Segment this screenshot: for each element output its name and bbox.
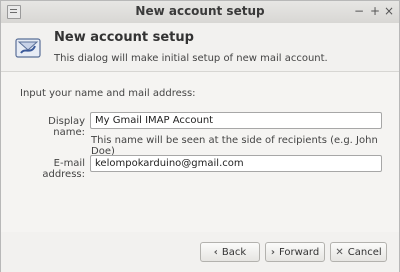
- back-button-label: Back: [221, 246, 247, 258]
- mail-account-icon: [15, 38, 41, 58]
- display-name-input[interactable]: [90, 112, 382, 129]
- cancel-button[interactable]: ✕ Cancel: [330, 242, 387, 262]
- forward-button-label: Forward: [278, 246, 320, 258]
- title-bar[interactable]: New account setup − + ×: [1, 1, 399, 24]
- email-address-label: E-mail address:: [42, 158, 85, 180]
- close-button[interactable]: ×: [384, 4, 394, 18]
- back-arrow-icon: ‹: [213, 246, 218, 258]
- header-title: New account setup: [54, 30, 194, 45]
- window-title: New account setup: [135, 4, 265, 18]
- dialog-header: New account setup This dialog will make …: [1, 23, 399, 72]
- display-name-hint: This name will be seen at the side of re…: [91, 135, 378, 157]
- forward-button[interactable]: › Forward: [265, 242, 325, 262]
- section-label: Input your name and mail address:: [20, 88, 196, 99]
- forward-arrow-icon: ›: [270, 246, 275, 258]
- cancel-button-label: Cancel: [347, 246, 382, 258]
- form-area: Input your name and mail address: Displa…: [1, 72, 399, 232]
- header-subtitle: This dialog will make initial setup of n…: [54, 53, 328, 64]
- dialog-footer: ‹ Back › Forward ✕ Cancel: [1, 232, 399, 272]
- cancel-x-icon: ✕: [335, 246, 344, 258]
- setup-dialog-window: New account setup − + × New account setu…: [0, 0, 400, 272]
- maximize-button[interactable]: +: [370, 4, 380, 18]
- email-address-input[interactable]: [90, 155, 382, 172]
- back-button[interactable]: ‹ Back: [200, 242, 260, 262]
- minimize-button[interactable]: −: [354, 4, 364, 18]
- display-name-label: Display name:: [48, 116, 85, 138]
